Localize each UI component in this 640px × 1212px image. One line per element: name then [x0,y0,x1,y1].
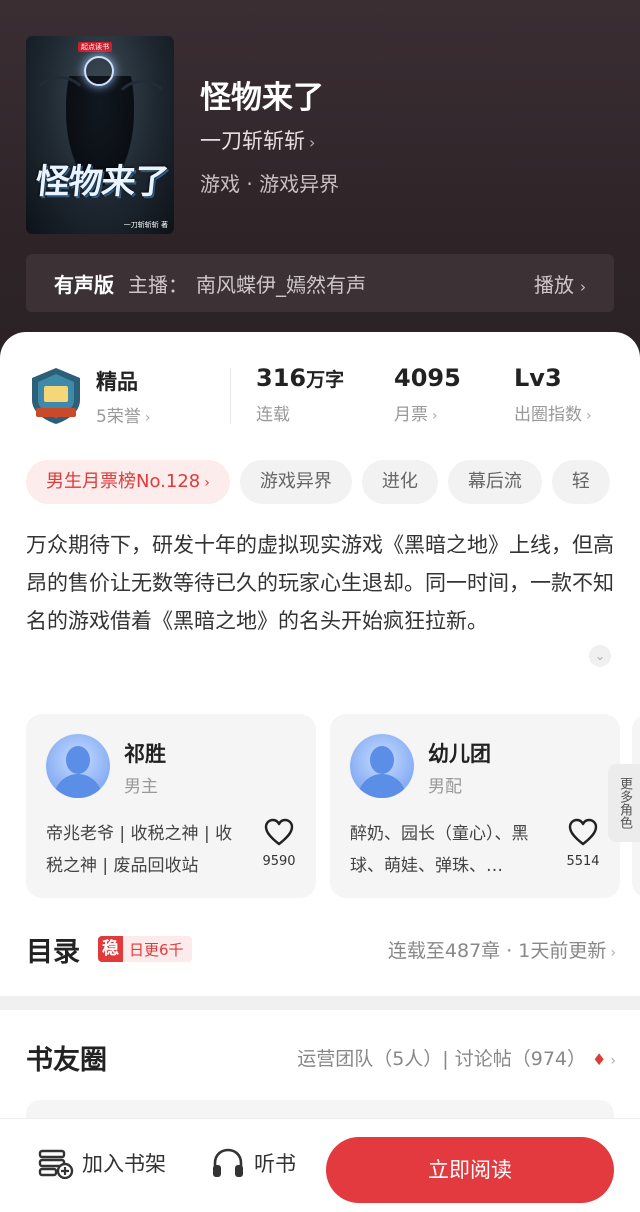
chevron-right-icon: › [586,408,592,424]
book-cover[interactable]: 起点读书 怪物来了 一刀斩斩斩 著 [26,36,174,234]
word-count-unit: 万字 [306,369,345,391]
headphones-icon [213,1148,243,1177]
character-desc: 帝兆老爷 | 收税之神 | 收税之神 | 废品回收站 [46,824,233,876]
character-card[interactable]: 祁胜 男主 帝兆老爷 | 收税之神 | 收税之神 | 废品回收站 9590 [26,714,316,898]
like-button[interactable]: 5514 [558,818,608,869]
update-badge: 稳 日更6千 [98,936,192,962]
section-divider [0,996,640,1010]
heart-icon [264,818,294,846]
circle-info: 运营团队（5人）| 讨论帖（974） [297,1048,586,1070]
author-link[interactable]: 一刀斩斩斩 › [200,125,315,155]
cover-title: 怪物来了 [33,162,170,202]
listen-label: 听书 [254,1152,296,1176]
character-name: 祁胜 [124,742,166,766]
cover-tentacle [30,76,90,136]
bookshelf-add-icon [38,1149,74,1179]
avatar [350,734,414,798]
circle-title: 书友圈 [26,1045,107,1076]
add-to-shelf-label: 加入书架 [82,1152,166,1176]
tag-item[interactable]: 轻 [551,460,610,504]
author-name: 一刀斩斩斩 [200,129,305,153]
quality-title: 精品 [96,370,138,394]
cover-badge: 起点读书 [78,42,112,52]
update-badge-mark: 稳 [98,936,123,962]
popularity-label: 出圈指数 [514,405,582,425]
serial-status: 连载 [256,405,290,425]
book-genre[interactable]: 游戏 · 游戏异界 [200,168,339,197]
word-count-value: 316 [256,364,307,392]
character-desc: 醉奶、园长（童心）、黑球、萌娃、弹珠、… [350,824,529,876]
quality-badge-icon[interactable] [28,366,84,426]
more-characters-button[interactable]: 更多角色 [608,764,640,842]
character-list: 祁胜 男主 帝兆老爷 | 收税之神 | 收税之神 | 废品回收站 9590 幼儿… [26,714,640,898]
popularity-stat[interactable]: Lv3 出圈指数 › [514,364,592,425]
audio-label: 有声版 [54,272,114,297]
chevron-right-icon: › [580,277,586,296]
book-header: 起点读书 怪物来了 一刀斩斩斩 著 怪物来了 一刀斩斩斩 › 游戏 · 游戏异界 … [0,0,640,360]
avatar [46,734,110,798]
toc-title: 目录 [26,937,80,968]
table-of-contents-row[interactable]: 目录 稳 日更6千 连载至487章 · 1天前更新 › [26,930,616,974]
like-count: 5514 [566,854,600,869]
like-button[interactable]: 9590 [254,818,304,869]
listen-button[interactable]: 听书 [210,1147,296,1179]
tag-item[interactable]: 游戏异界 [239,460,352,504]
detail-sheet: 精品 5荣誉 › 316万字 连载 4095 月票 › Lv3 出圈指数 › 男生月票… [0,332,640,1212]
stats-row: 精品 5荣誉 › 316万字 连载 4095 月票 › Lv3 出圈指数 › [0,362,640,432]
character-type: 男配 [428,777,462,797]
chevron-right-icon: › [309,133,316,152]
monthly-ticket-stat[interactable]: 4095 月票 › [394,364,461,425]
tag-item[interactable]: 幕后流 [447,460,542,504]
toc-status: 连载至487章 · 1天前更新 [387,940,607,962]
tag-list: 男生月票榜No.128 › 游戏异界 进化 幕后流轻 [26,460,640,506]
audio-host-value: 南风蝶伊_嫣然有声 [196,272,366,297]
character-type: 男主 [124,777,158,797]
honors-link[interactable]: 5荣誉 › [96,402,150,427]
book-title: 怪物来了 [200,80,324,116]
monthly-ticket-value: 4095 [394,364,461,392]
like-count: 9590 [262,854,296,869]
audio-host-key: 主播： [128,272,188,297]
update-badge-text: 日更6千 [129,940,184,959]
cover-author: 一刀斩斩斩 著 [123,221,168,229]
divider [230,368,231,424]
chevron-right-icon: › [432,408,438,424]
audio-play-label: 播放 [534,272,574,297]
chevron-down-icon[interactable]: ⌄ [589,645,611,667]
honors-label: 5荣誉 [96,407,141,427]
cover-tentacle [112,80,172,140]
cover-halo [84,56,114,86]
chevron-right-icon: › [610,1053,616,1069]
monthly-ticket-label: 月票 [394,405,428,425]
audio-version-bar[interactable]: 有声版 主播： 南风蝶伊_嫣然有声 播放 › [26,254,614,312]
audio-play-button[interactable]: 播放 › [534,269,586,298]
heart-icon [568,818,598,846]
popularity-level: Lv3 [514,364,562,392]
chevron-right-icon: › [610,945,616,961]
character-name: 幼儿团 [428,742,491,766]
synopsis-text[interactable]: 万众期待下，研发十年的虚拟现实游戏《黑暗之地》上线，但高昂的售价让无数等待已久的… [26,526,616,640]
word-count-stat: 316万字 连载 [256,364,344,425]
flame-icon: ♦ [592,1050,607,1069]
bottom-action-bar: 加入书架 听书 立即阅读 [0,1118,640,1212]
rank-tag[interactable]: 男生月票榜No.128 › [26,460,230,504]
chevron-right-icon: › [204,475,210,491]
read-now-button[interactable]: 立即阅读 [326,1137,614,1203]
chevron-right-icon: › [144,410,151,426]
add-to-shelf-button[interactable]: 加入书架 [38,1147,166,1179]
character-card[interactable]: 幼儿团 男配 醉奶、园长（童心）、黑球、萌娃、弹珠、… 5514 [330,714,620,898]
tag-item[interactable]: 进化 [361,460,438,504]
rank-tag-label: 男生月票榜No.128 [46,471,201,492]
book-circle-row[interactable]: 书友圈 运营团队（5人）| 讨论帖（974） ♦ › [26,1034,616,1078]
